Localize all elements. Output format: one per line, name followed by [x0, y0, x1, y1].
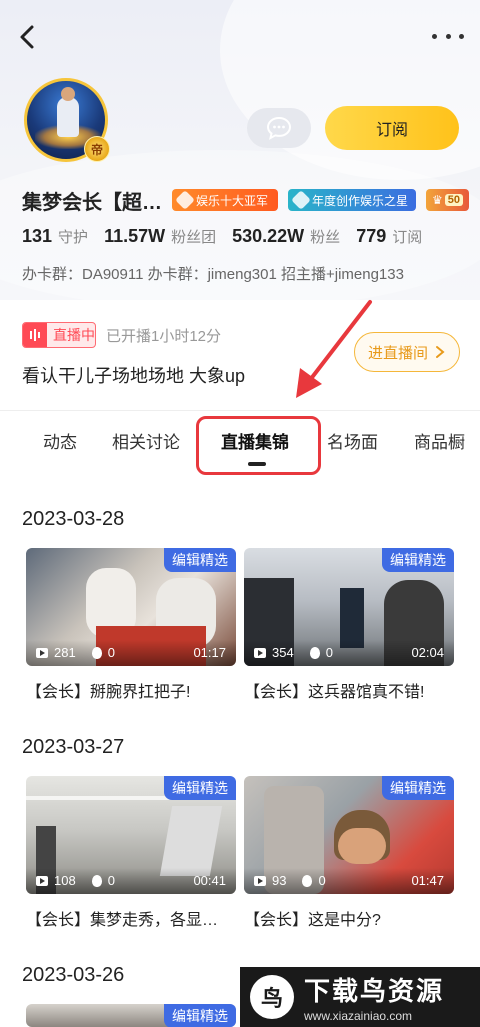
tab-dynamics[interactable]: 动态: [43, 428, 77, 453]
watermark-title: 下载鸟资源: [304, 976, 445, 1006]
subscribe-button[interactable]: 订阅: [325, 106, 459, 150]
stat-guard[interactable]: 131 守护: [22, 226, 88, 247]
video-duration: 00:41: [193, 873, 226, 888]
live-elapsed: 已开播1小时12分: [106, 328, 222, 345]
video-card[interactable]: 编辑精选 354 0 02:04 【会长】这兵器馆真不错!: [244, 548, 454, 702]
more-horizontal-icon: [432, 33, 437, 39]
level-badge[interactable]: ♛ 50: [426, 189, 470, 211]
chevron-left-icon: [20, 25, 34, 49]
medal-badge[interactable]: 娱乐十大亚军: [172, 189, 279, 211]
play-icon: [254, 647, 266, 658]
crown-icon: ♛: [432, 193, 443, 207]
tab-famous-scenes[interactable]: 名场面: [327, 428, 378, 453]
stat-followers[interactable]: 530.22W 粉丝: [232, 226, 340, 247]
stats-row: 131 守护 11.57W 粉丝团 530.22W 粉丝 779 订阅: [22, 226, 438, 252]
video-title: 【会长】这是中分?: [244, 912, 381, 929]
medal-badge[interactable]: 年度创作娱乐之星: [288, 189, 417, 211]
video-card[interactable]: 编辑精选 93 0 01:47 【会长】这是中分?: [244, 776, 454, 930]
editor-pick-tag: 编辑精选: [382, 776, 454, 800]
star-icon: [175, 190, 195, 210]
fire-icon: [91, 646, 102, 659]
bird-logo-icon: 鸟: [250, 975, 294, 1019]
star-icon: [291, 190, 311, 210]
fire-icon: [91, 874, 102, 887]
video-thumbnail: 编辑精选 108 0 00:41: [26, 776, 236, 894]
streamer-name: 集梦会长【超…: [22, 191, 162, 214]
profile-description: 办卡群：DA90911 办卡群：jimeng301 招主播+jimeng133: [22, 266, 404, 283]
video-thumbnail: 编辑精选 354 0 02:04: [244, 548, 454, 666]
section-date: 2023-03-26: [22, 964, 125, 986]
live-title: 看认干儿子场地场地 大象up: [22, 366, 246, 386]
annotation-highlight-box: [196, 416, 321, 475]
play-icon: [36, 875, 48, 886]
divider: [0, 410, 480, 411]
editor-pick-tag: 编辑精选: [382, 548, 454, 572]
video-card[interactable]: 编辑精选 108 0 00:41 【会长】集梦走秀，各显…: [26, 776, 236, 930]
name-row: 集梦会长【超… 娱乐十大亚军 年度创作娱乐之星 ♛ 50: [22, 186, 480, 214]
video-title: 【会长】掰腕界扛把子!: [26, 684, 191, 701]
video-card[interactable]: 编辑精选 281 0 01:17 【会长】掰腕界扛把子!: [26, 548, 236, 702]
watermark-banner: 鸟 下载鸟资源 www.xiazainiao.com: [240, 967, 480, 1027]
chevron-right-icon: [436, 346, 445, 358]
editor-pick-tag: 编辑精选: [164, 1004, 236, 1027]
live-bars-icon: [23, 323, 47, 347]
back-button[interactable]: [10, 18, 44, 56]
emperor-badge: 帝: [84, 136, 110, 162]
editor-pick-tag: 编辑精选: [164, 776, 236, 800]
play-icon: [254, 875, 266, 886]
video-duration: 01:17: [193, 645, 226, 660]
video-thumbnail: 编辑精选 93 0 01:47: [244, 776, 454, 894]
video-duration: 01:47: [411, 873, 444, 888]
video-title: 【会长】集梦走秀，各显…: [26, 912, 219, 929]
enter-live-room-button[interactable]: 进直播间: [354, 332, 460, 372]
tab-discussion[interactable]: 相关讨论: [112, 428, 180, 453]
video-thumbnail: 编辑精选: [26, 1004, 236, 1027]
section-date: 2023-03-28: [22, 508, 125, 530]
tab-products[interactable]: 商品橱: [414, 428, 465, 453]
section-date: 2023-03-27: [22, 736, 125, 758]
chat-bubble-icon: [266, 116, 292, 140]
watermark-url: www.xiazainiao.com: [304, 1009, 413, 1023]
fire-icon: [309, 646, 320, 659]
live-section[interactable]: 直播中 已开播1小时12分 看认干儿子场地场地 大象up 进直播间: [0, 302, 480, 410]
video-title: 【会长】这兵器馆真不错!: [244, 684, 425, 701]
play-icon: [36, 647, 48, 658]
video-thumbnail: 编辑精选 281 0 01:17: [26, 548, 236, 666]
more-options-button[interactable]: [432, 26, 464, 46]
fire-icon: [302, 874, 313, 887]
video-card[interactable]: 编辑精选: [26, 1004, 236, 1027]
live-badge: 直播中: [22, 322, 96, 348]
stat-fan-club[interactable]: 11.57W 粉丝团: [104, 226, 216, 247]
stat-subscriptions[interactable]: 779 订阅: [356, 226, 422, 247]
avatar[interactable]: 帝: [24, 78, 110, 162]
video-duration: 02:04: [411, 645, 444, 660]
message-button[interactable]: [247, 108, 311, 148]
editor-pick-tag: 编辑精选: [164, 548, 236, 572]
